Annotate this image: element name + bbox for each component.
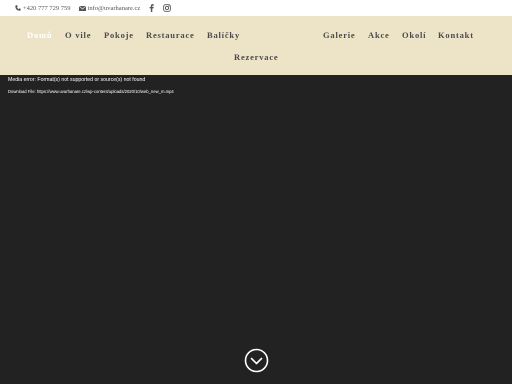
email-contact[interactable]: info@uvarhanare.cz (78, 4, 141, 12)
nav-item-galerie[interactable]: Galerie (323, 30, 356, 40)
nav-item-restaurace[interactable]: Restaurace (146, 30, 195, 40)
facebook-link[interactable] (149, 4, 155, 12)
email-address: info@uvarhanare.cz (87, 4, 141, 12)
download-file-line: Download File: https://www.uvarhanare.cz… (8, 89, 174, 94)
scroll-down-icon[interactable] (244, 348, 269, 373)
video-area: Media error: Format(s) not supported or … (0, 75, 512, 384)
nav-item-pokoje[interactable]: Pokoje (104, 30, 134, 40)
envelope-icon (78, 5, 86, 11)
nav-item-kontakt[interactable]: Kontakt (438, 30, 474, 40)
download-link[interactable]: https://www.uvarhanare.cz/wp-content/upl… (37, 89, 174, 94)
media-error-message: Media error: Format(s) not supported or … (8, 77, 146, 83)
nav-item-domu[interactable]: Domů (27, 30, 52, 40)
main-navigation: Domů O vile Pokoje Restaurace Balíčky Ga… (0, 16, 512, 75)
download-label: Download File: (8, 89, 37, 94)
nav-item-akce[interactable]: Akce (368, 30, 390, 40)
instagram-link[interactable] (163, 4, 172, 12)
nav-item-okoli[interactable]: Okolí (402, 30, 426, 40)
top-bar: +420 777 729 759 info@uvarhanare.cz (0, 0, 512, 16)
nav-item-rezervace[interactable]: Rezervace (234, 52, 278, 62)
facebook-icon (149, 4, 155, 12)
nav-item-balicky[interactable]: Balíčky (207, 30, 240, 40)
instagram-icon (163, 4, 172, 12)
phone-contact[interactable]: +420 777 729 759 (15, 5, 71, 12)
nav-item-o-vile[interactable]: O vile (65, 30, 91, 40)
phone-number: +420 777 729 759 (23, 4, 71, 12)
phone-icon (15, 5, 21, 11)
